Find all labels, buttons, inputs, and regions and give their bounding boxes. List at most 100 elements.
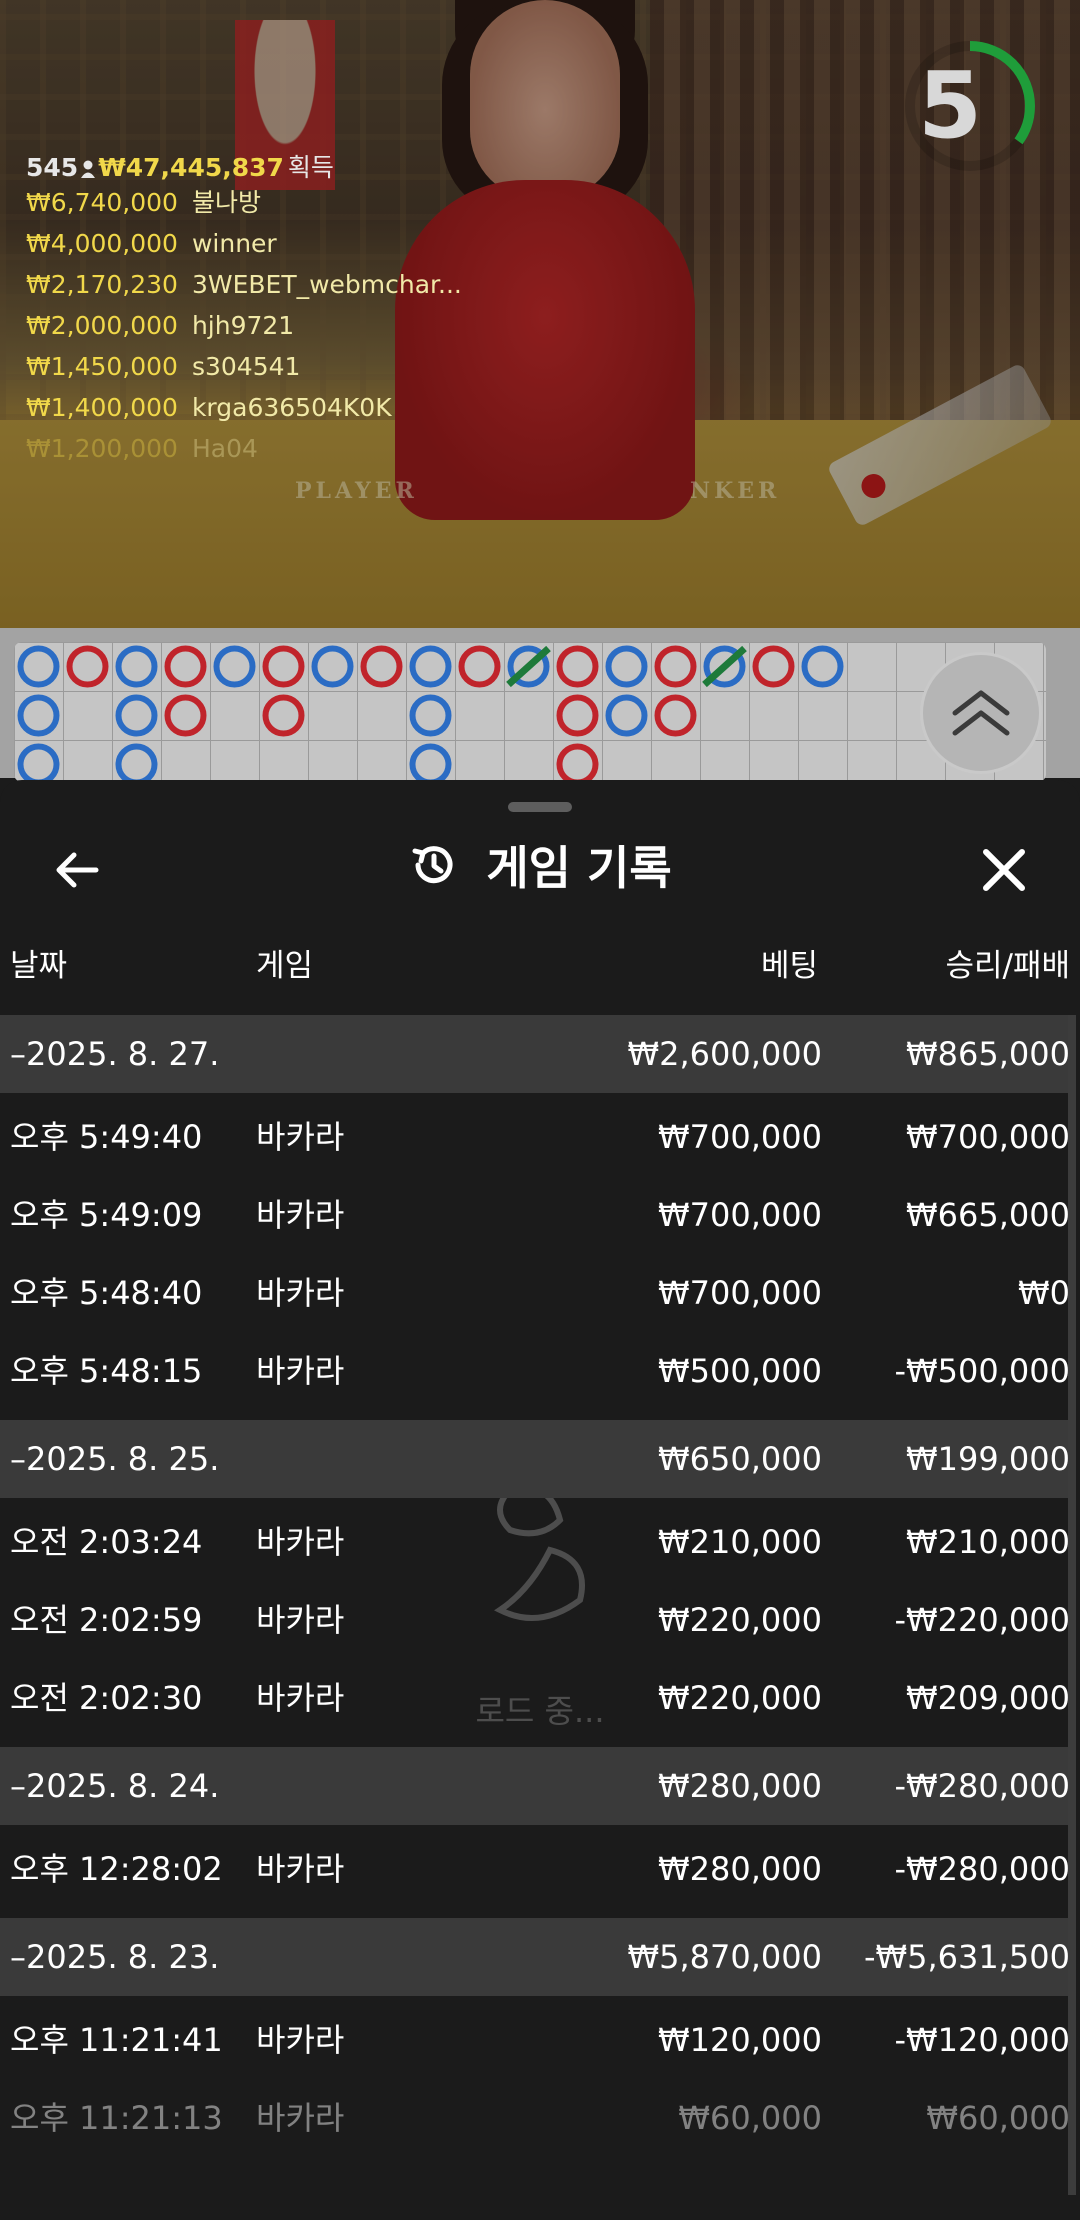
winner-amount: ₩1,200,000 [26, 434, 178, 463]
history-row[interactable]: 오전 2:02:59 바카라 ₩220,000 -₩220,000 [0, 1581, 1070, 1659]
row-game: 바카라 [256, 1196, 345, 1234]
history-row[interactable]: 오후 5:49:40 바카라 ₩700,000 ₩700,000 [0, 1098, 1070, 1176]
column-header-game: 게임 [256, 948, 314, 984]
row-game: 바카라 [256, 2099, 345, 2137]
column-header-date: 날짜 [10, 948, 68, 984]
history-row[interactable]: 오후 5:48:15 바카라 ₩500,000 -₩500,000 [0, 1332, 1070, 1410]
winner-row: ₩1,200,000 Ha04 [26, 428, 462, 469]
road-bead-banker [164, 645, 207, 688]
row-time: 오후 5:48:40 [10, 1274, 203, 1312]
winner-row: ₩6,740,000 불나방 [26, 182, 462, 223]
live-video-stream: PLAYER NKER 545 ₩47,445,837 획득 ₩6,740,000 불… [0, 0, 1080, 628]
row-result: -₩220,000 [894, 1601, 1070, 1639]
expand-roads-button[interactable] [920, 652, 1042, 774]
row-game: 바카라 [256, 1850, 345, 1888]
winner-row: ₩1,400,000 krga636504K0K [26, 387, 462, 428]
winner-name: s304541 [191, 352, 301, 381]
road-bead-player [17, 694, 60, 737]
column-header-result: 승리/패배 [945, 948, 1070, 984]
date-group-row[interactable]: –2025. 8. 25. ₩650,000 ₩199,000 [0, 1420, 1070, 1498]
row-result: -₩280,000 [894, 1850, 1070, 1888]
group-result-total: -₩280,000 [894, 1767, 1070, 1805]
history-row[interactable]: 오전 2:02:30 바카라 ₩220,000 ₩209,000 [0, 1659, 1070, 1737]
double-chevron-up-icon [952, 690, 1010, 736]
date-group-row[interactable]: –2025. 8. 27. ₩2,600,000 ₩865,000 [0, 1015, 1070, 1093]
row-bet: ₩220,000 [658, 1679, 822, 1717]
row-result: ₩209,000 [906, 1679, 1070, 1717]
row-result: ₩665,000 [906, 1196, 1070, 1234]
history-icon [412, 846, 453, 884]
group-result-total: ₩199,000 [906, 1440, 1070, 1478]
history-row[interactable]: 오후 11:21:41 바카라 ₩120,000 -₩120,000 [0, 2001, 1070, 2079]
winners-header: 545 ₩47,445,837 획득 [26, 148, 462, 182]
winner-name: krga636504K0K [191, 393, 392, 422]
row-time: 오전 2:03:24 [10, 1523, 203, 1561]
group-bet-total: ₩280,000 [658, 1767, 822, 1805]
date-group-row[interactable]: –2025. 8. 23. ₩5,870,000 -₩5,631,500 [0, 1918, 1070, 1996]
row-bet: ₩120,000 [658, 2021, 822, 2059]
close-icon [983, 849, 1025, 891]
close-button[interactable] [974, 840, 1034, 900]
winner-row: ₩1,450,000 s304541 [26, 346, 462, 387]
bead-road[interactable] [0, 628, 1080, 782]
row-time: 오후 5:49:40 [10, 1118, 203, 1156]
winner-name: 불나방 [191, 188, 261, 217]
winner-name: Ha04 [191, 434, 258, 463]
road-bead-banker [164, 694, 207, 737]
road-bead-banker [360, 645, 403, 688]
row-time: 오후 5:49:09 [10, 1196, 203, 1234]
group-bet-total: ₩2,600,000 [627, 1035, 823, 1073]
winner-amount: ₩2,000,000 [26, 311, 178, 340]
date-group-row[interactable]: –2025. 8. 24. ₩280,000 -₩280,000 [0, 1747, 1070, 1825]
winner-amount: ₩1,400,000 [26, 393, 178, 422]
row-result: ₩60,000 [926, 2099, 1070, 2137]
row-bet: ₩220,000 [658, 1601, 822, 1639]
winner-amount: ₩6,740,000 [26, 188, 178, 217]
road-bead-player [17, 645, 60, 688]
history-row[interactable]: 오후 11:21:13 바카라 ₩60,000 ₩60,000 [0, 2079, 1070, 2157]
road-bead-player [213, 645, 256, 688]
road-bead-player [409, 645, 452, 688]
row-bet: ₩700,000 [658, 1274, 822, 1312]
winner-amount: ₩2,170,230 [26, 270, 178, 299]
road-bead-player [605, 694, 648, 737]
row-game: 바카라 [256, 1601, 345, 1639]
row-bet: ₩280,000 [658, 1850, 822, 1888]
row-time: 오전 2:02:30 [10, 1679, 203, 1717]
road-bead-player [409, 694, 452, 737]
road-bead-banker [654, 645, 697, 688]
road-bead-player [409, 743, 452, 782]
game-history-sheet: 게임 기록 날짜 게임 베팅 승리/패배 로드 중... –2025. 8. 2… [0, 780, 1080, 2220]
road-bead-banker [654, 694, 697, 737]
road-bead-player [115, 743, 158, 782]
history-row[interactable]: 오후 12:28:02 바카라 ₩280,000 -₩280,000 [0, 1830, 1070, 1908]
winner-name: 3WEBET_webmchar... [191, 270, 462, 299]
road-bead-banker [66, 645, 109, 688]
group-date: –2025. 8. 27. [10, 1035, 220, 1073]
row-game: 바카라 [256, 1118, 345, 1156]
history-row[interactable]: 오후 5:48:40 바카라 ₩700,000 ₩0 [0, 1254, 1070, 1332]
row-time: 오후 11:21:41 [10, 2021, 223, 2059]
row-result: ₩700,000 [906, 1118, 1070, 1156]
group-date: –2025. 8. 25. [10, 1440, 220, 1478]
row-game: 바카라 [256, 1274, 345, 1312]
column-header-bet: 베팅 [760, 948, 818, 984]
road-bead-player [801, 645, 844, 688]
road-bead-player [115, 645, 158, 688]
road-bead-player [17, 743, 60, 782]
scrollbar[interactable] [1068, 1015, 1076, 2195]
row-bet: ₩500,000 [658, 1352, 822, 1390]
road-bead-player [311, 645, 354, 688]
sheet-drag-handle[interactable] [508, 802, 572, 812]
row-bet: ₩700,000 [658, 1118, 822, 1156]
row-game: 바카라 [256, 1679, 345, 1717]
row-bet: ₩700,000 [658, 1196, 822, 1234]
row-result: ₩0 [1018, 1274, 1070, 1312]
road-bead-banker [556, 694, 599, 737]
history-row[interactable]: 오후 5:49:09 바카라 ₩700,000 ₩665,000 [0, 1176, 1070, 1254]
row-game: 바카라 [256, 1523, 345, 1561]
row-time: 오후 12:28:02 [10, 1850, 223, 1888]
history-row[interactable]: 오전 2:03:24 바카라 ₩210,000 ₩210,000 [0, 1503, 1070, 1581]
row-bet: ₩60,000 [678, 2099, 822, 2137]
winner-amount: ₩1,450,000 [26, 352, 178, 381]
